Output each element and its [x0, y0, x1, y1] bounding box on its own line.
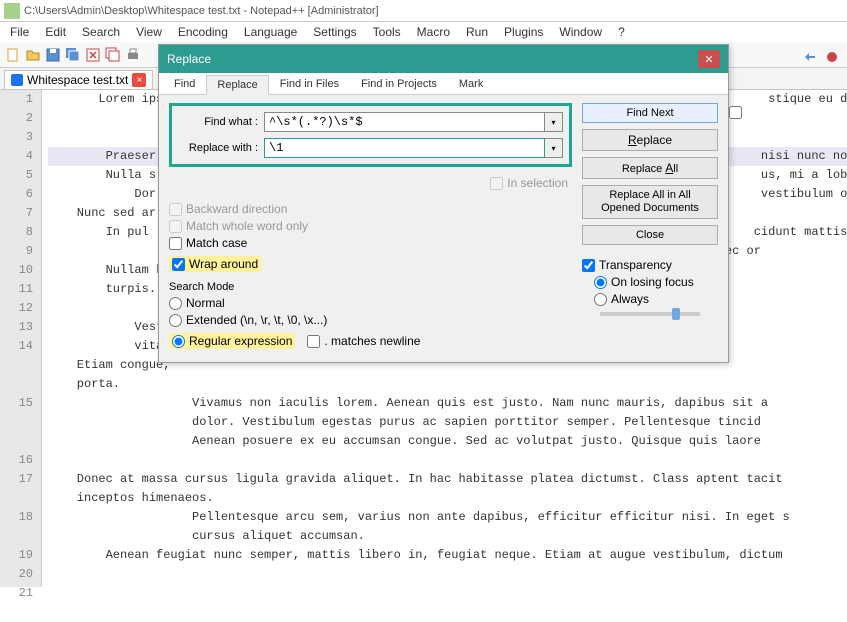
- replace-all-opened-button[interactable]: Replace All in All Opened Documents: [582, 185, 718, 219]
- matches-newline-label: . matches newline: [324, 334, 420, 348]
- menu-tools[interactable]: Tools: [367, 23, 407, 41]
- in-selection-row: In selection: [490, 176, 568, 190]
- transparency-checkbox[interactable]: [582, 259, 595, 272]
- input-group-highlight: Find what : ▾ Replace with : ▾: [169, 103, 572, 167]
- dialog-close-button[interactable]: ✕: [698, 50, 720, 68]
- mode-normal-radio[interactable]: [169, 297, 182, 310]
- menubar: File Edit Search View Encoding Language …: [0, 22, 847, 42]
- close-button[interactable]: Close: [582, 225, 718, 245]
- tab-mark[interactable]: Mark: [448, 74, 494, 94]
- toolbar-nav-icon[interactable]: [801, 48, 819, 66]
- mode-extended-radio[interactable]: [169, 314, 182, 327]
- dialog-titlebar[interactable]: Replace ✕: [159, 45, 728, 73]
- matches-newline-checkbox[interactable]: [307, 335, 320, 348]
- dialog-tabs: Find Replace Find in Files Find in Proje…: [159, 73, 728, 95]
- trans-losing-label: On losing focus: [611, 275, 694, 289]
- menu-macro[interactable]: Macro: [411, 23, 456, 41]
- dialog-title: Replace: [167, 52, 211, 66]
- file-tab[interactable]: Whitespace test.txt ×: [4, 70, 153, 89]
- open-file-icon[interactable]: [24, 46, 42, 64]
- menu-search[interactable]: Search: [76, 23, 126, 41]
- tab-find-in-files[interactable]: Find in Files: [269, 74, 350, 94]
- replace-button[interactable]: Replace: [582, 129, 718, 151]
- match-whole-checkbox: [169, 220, 182, 233]
- line-gutter: 123456789101112131415161718192021: [0, 90, 42, 587]
- new-file-icon[interactable]: [4, 46, 22, 64]
- replace-with-input[interactable]: [264, 138, 545, 158]
- menu-file[interactable]: File: [4, 23, 35, 41]
- in-selection-checkbox: [490, 177, 503, 190]
- match-case-checkbox[interactable]: [169, 237, 182, 250]
- toolbar-record-icon[interactable]: [823, 48, 841, 66]
- trans-losing-radio[interactable]: [594, 276, 607, 289]
- tab-find-in-projects[interactable]: Find in Projects: [350, 74, 448, 94]
- replace-button-label: eplace: [637, 133, 672, 147]
- find-next-direction-checkbox[interactable]: [729, 106, 742, 119]
- backward-checkbox: [169, 203, 182, 216]
- file-tab-name: Whitespace test.txt: [27, 73, 128, 87]
- trans-always-radio[interactable]: [594, 293, 607, 306]
- trans-always-label: Always: [611, 292, 649, 306]
- menu-settings[interactable]: Settings: [307, 23, 362, 41]
- save-all-icon[interactable]: [64, 46, 82, 64]
- file-tab-close[interactable]: ×: [132, 73, 146, 87]
- app-icon: [4, 3, 20, 19]
- find-next-button[interactable]: Find Next: [582, 103, 718, 123]
- window-titlebar: C:\Users\Admin\Desktop\Whitespace test.t…: [0, 0, 847, 22]
- mode-regex-radio[interactable]: [172, 335, 185, 348]
- menu-edit[interactable]: Edit: [39, 23, 72, 41]
- find-what-label: Find what :: [178, 116, 258, 128]
- transparency-slider[interactable]: [600, 312, 700, 316]
- mode-normal-label: Normal: [186, 296, 225, 310]
- menu-encoding[interactable]: Encoding: [172, 23, 234, 41]
- wrap-around-label: Wrap around: [189, 257, 258, 271]
- menu-language[interactable]: Language: [238, 23, 303, 41]
- replace-all-button[interactable]: Replace All: [582, 157, 718, 179]
- in-selection-label: In selection: [507, 176, 568, 190]
- wrap-around-checkbox[interactable]: [172, 258, 185, 271]
- mode-regex-label: Regular expression: [189, 334, 292, 348]
- tab-replace[interactable]: Replace: [206, 75, 268, 95]
- file-modified-icon: [11, 74, 23, 86]
- menu-window[interactable]: Window: [553, 23, 608, 41]
- window-title: C:\Users\Admin\Desktop\Whitespace test.t…: [24, 5, 379, 17]
- replace-with-label: Replace with :: [178, 142, 258, 154]
- search-mode-label: Search Mode: [169, 281, 572, 293]
- replace-with-dropdown[interactable]: ▾: [545, 138, 563, 158]
- save-icon[interactable]: [44, 46, 62, 64]
- tab-find[interactable]: Find: [163, 74, 206, 94]
- print-icon[interactable]: [124, 46, 142, 64]
- match-whole-label: Match whole word only: [186, 219, 308, 233]
- menu-view[interactable]: View: [130, 23, 168, 41]
- mode-extended-label: Extended (\n, \r, \t, \0, \x...): [186, 313, 327, 327]
- match-case-label: Match case: [186, 236, 247, 250]
- find-what-input[interactable]: [264, 112, 545, 132]
- find-what-dropdown[interactable]: ▾: [545, 112, 563, 132]
- menu-help[interactable]: ?: [612, 23, 631, 41]
- menu-run[interactable]: Run: [460, 23, 494, 41]
- close-icon[interactable]: [84, 46, 102, 64]
- close-all-icon[interactable]: [104, 46, 122, 64]
- menu-plugins[interactable]: Plugins: [498, 23, 549, 41]
- transparency-label: Transparency: [599, 258, 672, 272]
- backward-label: Backward direction: [186, 202, 287, 216]
- replace-dialog: Replace ✕ Find Replace Find in Files Fin…: [158, 44, 729, 363]
